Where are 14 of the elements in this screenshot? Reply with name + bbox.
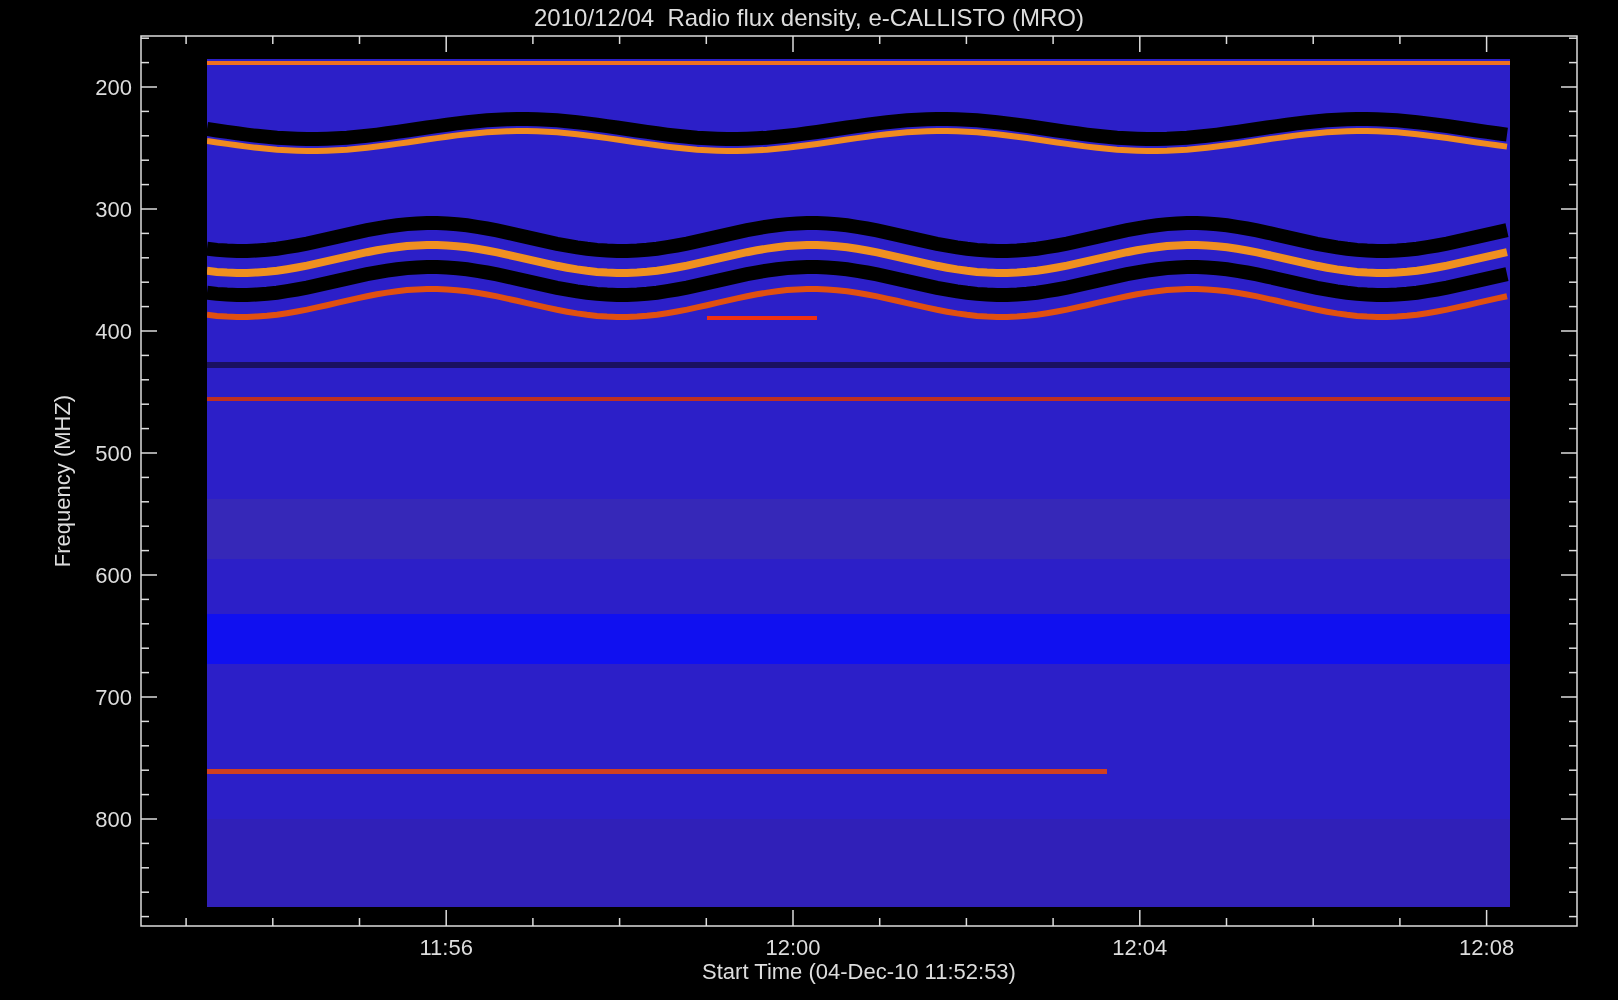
y-tick-label: 200: [95, 75, 132, 100]
chart-title: 2010/12/04 Radio flux density, e-CALLISTO (MRO): [534, 4, 1084, 31]
y-tick-label: 700: [95, 685, 132, 710]
y-axis-label: Frequency (MHZ): [50, 394, 75, 568]
x-tick-label: 12:08: [1459, 935, 1515, 960]
x-tick-label: 11:56: [419, 935, 473, 960]
x-tick-label: 12:04: [1112, 935, 1168, 960]
x-axis-label: Start Time (04-Dec-10 11:52:53): [702, 959, 1016, 984]
y-tick-label: 300: [95, 197, 132, 222]
y-tick-label: 400: [95, 319, 132, 344]
y-tick-label: 600: [95, 563, 132, 588]
y-tick-label: 500: [95, 441, 132, 466]
x-tick-label: 12:00: [765, 935, 821, 960]
y-tick-label: 800: [95, 807, 132, 832]
